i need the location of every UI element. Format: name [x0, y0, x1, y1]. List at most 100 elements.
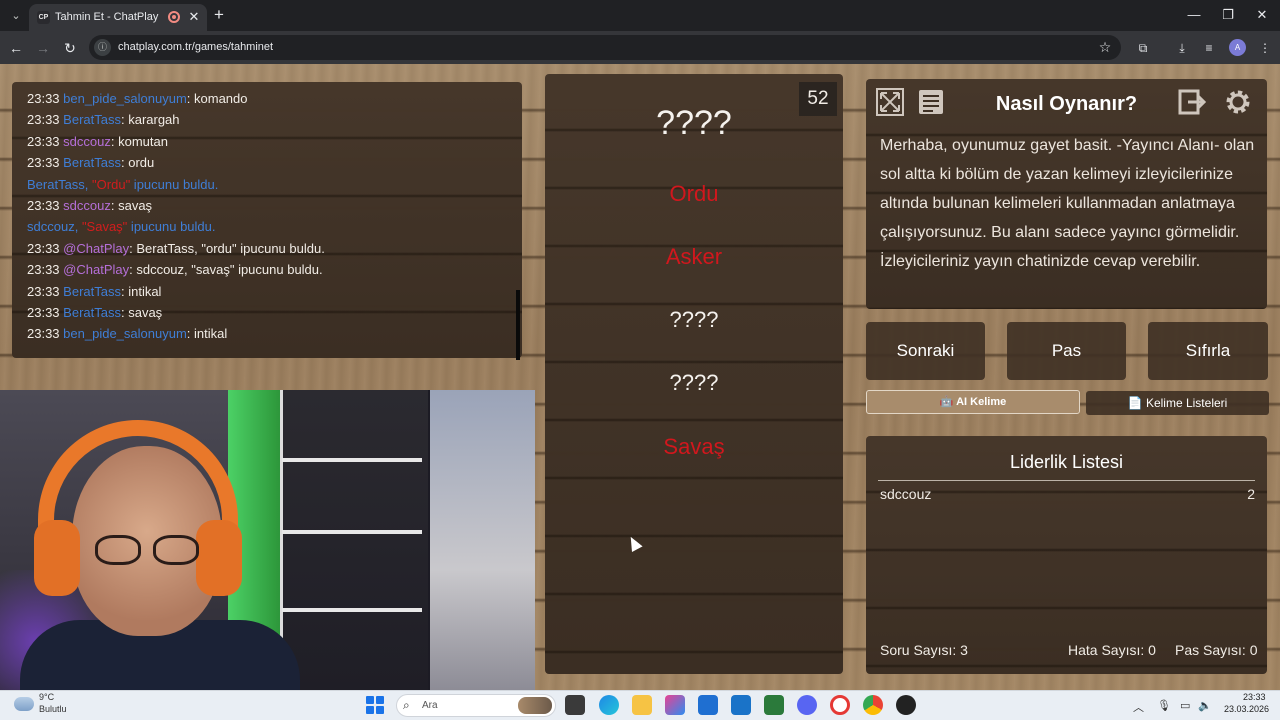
shelf-board — [282, 530, 422, 534]
chat-username[interactable]: sdccouz — [63, 198, 111, 213]
document-list-icon: 📄 — [1127, 396, 1143, 410]
opera-icon[interactable] — [830, 695, 850, 715]
chat-text: : intikal — [186, 326, 228, 342]
media-icon[interactable]: ≡ — [1200, 39, 1218, 57]
chat-username[interactable]: BeratTass, — [27, 177, 88, 192]
cloud-icon[interactable] — [14, 697, 34, 711]
weather-temperature[interactable]: 9°C — [39, 692, 54, 702]
chat-timestamp: 23:33 — [27, 197, 60, 213]
main-word: ???? — [656, 104, 732, 142]
tray-chevron-icon[interactable]: ︿ — [1133, 699, 1144, 715]
download-icon[interactable]: ⤓ — [1173, 39, 1191, 57]
store-icon[interactable] — [698, 695, 718, 715]
tab-word-lists[interactable]: 📄 Kelime Listeleri — [1086, 391, 1269, 415]
chat-username[interactable]: sdccouz, — [27, 219, 78, 234]
divider — [878, 480, 1255, 481]
chat-username[interactable]: sdccouz — [63, 134, 111, 149]
photos-icon[interactable] — [764, 695, 784, 715]
chat-text: : karargah — [120, 112, 180, 128]
search-highlight-image — [518, 697, 552, 714]
webcam-window — [430, 390, 535, 690]
chat-text: : ordu — [120, 155, 155, 171]
volume-icon[interactable]: 🔈 — [1198, 699, 1212, 712]
site-info-icon[interactable]: ⓘ — [94, 39, 111, 56]
word-panel: 52 ???? Ordu Asker ???? ???? Savaş — [545, 74, 843, 674]
reload-icon[interactable]: ↻ — [61, 39, 79, 57]
tab-search-icon[interactable]: ⌄ — [7, 7, 25, 25]
chat-username[interactable]: BeratTass — [63, 155, 121, 170]
exit-icon[interactable] — [1177, 87, 1209, 119]
search-placeholder: Ara — [422, 700, 438, 711]
browser-toolbar: ← → ↻ ⓘ chatplay.com.tr/games/tahminet ☆… — [0, 31, 1280, 64]
tab-close-icon[interactable]: ✕ — [186, 9, 202, 25]
weather-description[interactable]: Bulutlu — [39, 704, 67, 714]
discord-icon[interactable] — [797, 695, 817, 715]
help-panel: Nasıl Oynanır? Merhaba, oyunumuz gayet b… — [866, 79, 1267, 309]
settings-gear-icon[interactable] — [1222, 87, 1254, 119]
copilot-icon[interactable] — [665, 695, 685, 715]
outlook-icon[interactable] — [731, 695, 751, 715]
chat-username[interactable]: BeratTass — [63, 112, 121, 127]
tab-word-lists-label: Kelime Listeleri — [1145, 396, 1228, 410]
leaderboard-row: sdccouz 2 — [880, 486, 1255, 506]
chat-text: ipucunu buldu. — [127, 219, 216, 235]
chat-message: sdccouz, "Savaş" ipucunu buldu. — [27, 216, 507, 237]
chat-username[interactable]: @ChatPlay — [63, 241, 129, 256]
chat-username[interactable]: BeratTass — [63, 284, 121, 299]
chat-timestamp: 23:33 — [27, 112, 60, 128]
glasses — [95, 535, 205, 565]
chat-username[interactable]: BeratTass — [63, 305, 121, 320]
restore-icon[interactable]: ❐ — [1219, 7, 1237, 23]
new-tab-icon[interactable]: + — [211, 6, 227, 24]
chat-message: 23:33 @ChatPlay: sdccouz, "savaş" ipucun… — [27, 259, 507, 280]
next-button[interactable]: Sonraki — [866, 322, 985, 380]
extensions-icon[interactable]: ⧉ — [1134, 39, 1152, 57]
chat-timestamp: 23:33 — [27, 326, 60, 342]
back-icon[interactable]: ← — [7, 39, 25, 57]
chat-username[interactable]: @ChatPlay — [63, 262, 129, 277]
clock-time[interactable]: 23:33 — [1243, 692, 1266, 702]
chat-text: : BeratTass, "ordu" ipucunu buldu. — [129, 240, 325, 256]
edge-icon[interactable] — [599, 695, 619, 715]
chat-message-list: 23:33 ben_pide_salonuyum: komando 23:33 B… — [27, 88, 507, 345]
hint-word: Asker — [665, 244, 723, 269]
browser-tab[interactable]: CP Tahmin Et - ChatPlay ✕ — [29, 4, 207, 31]
chat-username[interactable]: ben_pide_salonuyum — [63, 91, 187, 106]
close-window-icon[interactable]: ✕ — [1253, 7, 1271, 23]
taskbar-search[interactable]: ⌕ Ara — [396, 694, 556, 717]
shelf-board — [282, 608, 422, 612]
chat-message: BeratTass, "Ordu" ipucunu buldu. — [27, 174, 507, 195]
forward-icon[interactable]: → — [34, 39, 52, 57]
chat-text: : sdccouz, "savaş" ipucunu buldu. — [129, 262, 323, 278]
search-icon: ⌕ — [403, 698, 410, 712]
windows-start-icon[interactable] — [366, 696, 384, 714]
chat-message: 23:33 BeratTass: ordu — [27, 152, 507, 173]
chat-username[interactable]: ben_pide_salonuyum — [63, 326, 187, 341]
chrome-icon[interactable] — [863, 695, 883, 715]
clock-date[interactable]: 23.03.2026 — [1224, 704, 1269, 714]
minimize-icon[interactable]: — — [1185, 7, 1203, 23]
player-score: 2 — [1247, 486, 1255, 502]
menu-icon[interactable]: ⋮ — [1256, 39, 1274, 57]
profile-avatar[interactable]: A — [1229, 39, 1246, 56]
chat-timestamp: 23:33 — [27, 304, 60, 320]
tab-title: Tahmin Et - ChatPlay — [55, 11, 159, 23]
chat-text: : intikal — [120, 283, 162, 299]
network-icon[interactable]: ▭ — [1180, 699, 1190, 712]
question-count: Soru Sayısı: 3 — [880, 642, 968, 658]
file-explorer-icon[interactable] — [632, 695, 652, 715]
address-bar[interactable]: ⓘ chatplay.com.tr/games/tahminet ☆ — [89, 35, 1121, 60]
task-view-icon[interactable] — [565, 695, 585, 715]
pass-button[interactable]: Pas — [1007, 322, 1126, 380]
obs-icon[interactable] — [896, 695, 916, 715]
webcam-shelf — [280, 390, 428, 690]
player-name: sdccouz — [880, 486, 932, 502]
chat-scrollbar[interactable] — [516, 290, 520, 360]
tab-ai-word[interactable]: 🤖 AI Kelime — [866, 390, 1080, 414]
hint-word: Ordu — [669, 181, 719, 206]
url-text[interactable]: chatplay.com.tr/games/tahminet — [118, 41, 273, 53]
reset-button[interactable]: Sıfırla — [1148, 322, 1268, 380]
bookmark-star-icon[interactable]: ☆ — [1096, 38, 1114, 56]
microphone-icon[interactable]: 🎙 — [1157, 699, 1171, 712]
chat-timestamp: 23:33 — [27, 91, 60, 106]
